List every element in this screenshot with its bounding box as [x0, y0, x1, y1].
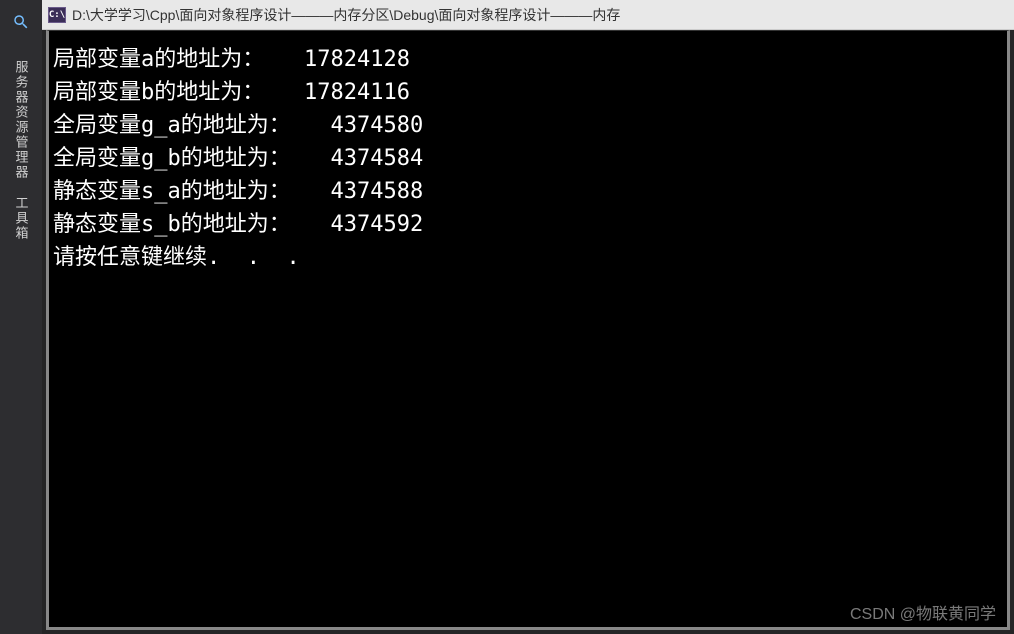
vs-sidebar: 服务器资源管理器 工具箱 [0, 0, 42, 634]
console-line: 局部变量b的地址为： 17824116 [53, 76, 1003, 109]
sidebar-item-toolbox[interactable]: 工具箱 [12, 192, 31, 245]
console-line: 全局变量g_a的地址为： 4374580 [53, 109, 1003, 142]
search-icon[interactable] [7, 8, 35, 36]
main-area: C:\ D:\大学学习\Cpp\面向对象程序设计———内存分区\Debug\面向… [42, 0, 1014, 634]
console-output[interactable]: 局部变量a的地址为： 17824128 局部变量b的地址为： 17824116 … [46, 30, 1010, 630]
window-titlebar[interactable]: C:\ D:\大学学习\Cpp\面向对象程序设计———内存分区\Debug\面向… [42, 0, 1014, 30]
console-line: 静态变量s_b的地址为： 4374592 [53, 208, 1003, 241]
console-line: 请按任意键继续. . . [53, 241, 1003, 274]
console-line: 局部变量a的地址为： 17824128 [53, 43, 1003, 76]
console-line: 静态变量s_a的地址为： 4374588 [53, 175, 1003, 208]
sidebar-item-server-explorer[interactable]: 服务器资源管理器 [12, 56, 31, 184]
console-icon: C:\ [48, 7, 66, 23]
console-line: 全局变量g_b的地址为： 4374584 [53, 142, 1003, 175]
window-title: D:\大学学习\Cpp\面向对象程序设计———内存分区\Debug\面向对象程序… [72, 5, 620, 25]
